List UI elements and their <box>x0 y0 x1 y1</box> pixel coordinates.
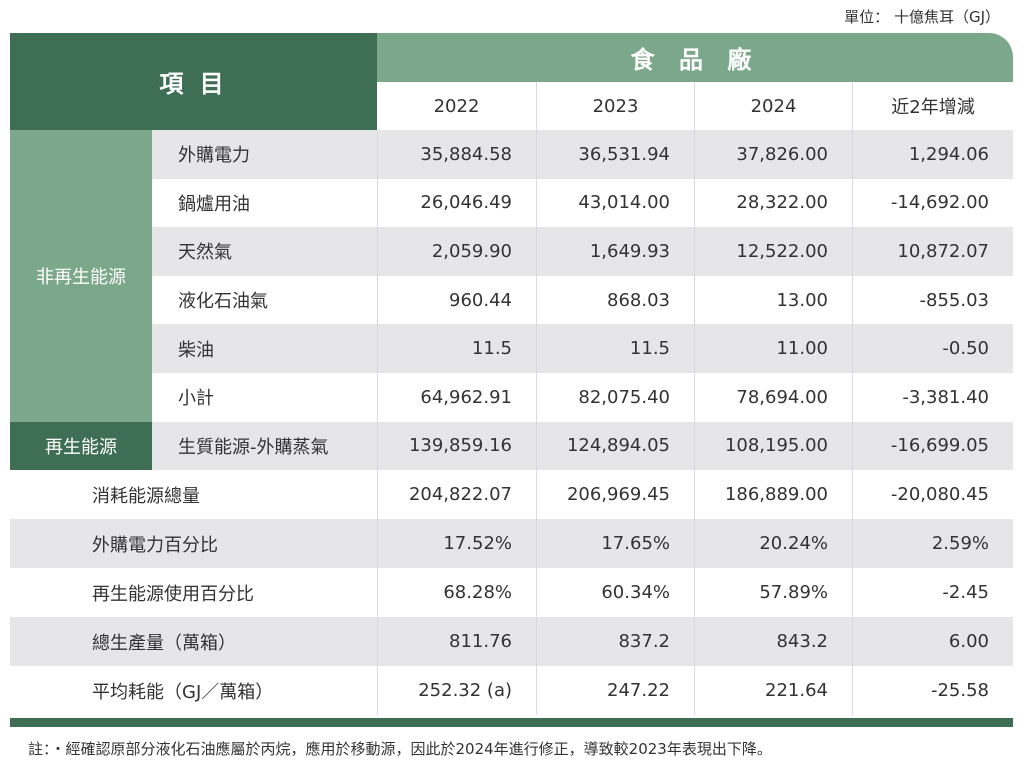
header-year-2023: 2023 <box>536 82 694 130</box>
header-factory: 食 品 廠 <box>377 33 1013 82</box>
cell-value: 11.00 <box>694 324 852 373</box>
row-name: 天然氣 <box>152 227 377 276</box>
cell-value: 17.52% <box>377 519 536 569</box>
row-name: 小計 <box>178 388 214 410</box>
cell-value: 206,969.45 <box>536 470 694 520</box>
category-nonrenewable: 非再生能源 <box>10 130 152 422</box>
table-bottom-bar <box>10 718 1013 727</box>
cell-value: -20,080.45 <box>852 470 1013 520</box>
cell-value: 247.22 <box>536 666 694 716</box>
cell-value: 186,889.00 <box>694 470 852 520</box>
cell-value: 960.44 <box>377 275 536 325</box>
cell-value: 37,826.00 <box>694 130 852 179</box>
cell-value: 35,884.58 <box>377 130 536 179</box>
cell-value: 1,649.93 <box>536 227 694 276</box>
cell-value: 843.2 <box>694 617 852 667</box>
row-name: 生質能源-外購蒸氣 <box>152 421 377 471</box>
cell-value: 252.32 (a) <box>377 666 536 716</box>
cell-value: 868.03 <box>536 275 694 325</box>
cell-value: 12,522.00 <box>694 227 852 276</box>
row-name: 鍋爐用油 <box>178 193 250 215</box>
cell-value: 108,195.00 <box>694 421 852 471</box>
cell-value: 11.5 <box>377 324 536 373</box>
cell-value: 20.24% <box>694 519 852 569</box>
cell-value: 221.64 <box>694 666 852 716</box>
cell-value: 82,075.40 <box>536 372 694 422</box>
row-name: 液化石油氣 <box>178 291 268 313</box>
cell-value: 60.34% <box>536 568 694 618</box>
summary-name: 平均耗能（GJ／萬箱） <box>92 681 274 703</box>
cell-value: -0.50 <box>852 324 1013 373</box>
header-year-2022: 2022 <box>433 95 480 117</box>
energy-table: 項 目 食 品 廠 2022 2023 2024 近2年增減 非再生能源 再生能… <box>10 33 1013 718</box>
header-year-2024: 2024 <box>694 82 852 130</box>
header-change: 近2年增減 <box>852 82 1013 130</box>
cell-value: 78,694.00 <box>694 372 852 422</box>
category-renewable: 再生能源 <box>10 421 152 471</box>
cell-value: 2.59% <box>852 519 1013 569</box>
summary-name: 外購電力百分比 <box>10 519 377 569</box>
cell-value: -2.45 <box>852 568 1013 618</box>
cell-value: -16,699.05 <box>852 421 1013 471</box>
cell-value: 26,046.49 <box>377 178 536 228</box>
summary-name: 消耗能源總量 <box>92 485 200 507</box>
cell-value: 13.00 <box>694 275 852 325</box>
cell-value: 10,872.07 <box>852 227 1013 276</box>
cell-value: 57.89% <box>694 568 852 618</box>
cell-value: 2,059.90 <box>377 227 536 276</box>
cell-value: 64,962.91 <box>377 372 536 422</box>
summary-name: 總生產量（萬箱） <box>10 617 377 667</box>
header-item: 項 目 <box>10 33 377 130</box>
cell-value: 28,322.00 <box>694 178 852 228</box>
cell-value: -3,381.40 <box>852 372 1013 422</box>
cell-value: -14,692.00 <box>852 178 1013 228</box>
unit-label: 單位： 十億焦耳（GJ） <box>844 8 1000 26</box>
cell-value: 11.5 <box>536 324 694 373</box>
cell-value: 139,859.16 <box>377 421 536 471</box>
cell-value: 811.76 <box>377 617 536 667</box>
row-name: 外購電力 <box>152 130 377 179</box>
summary-name: 再生能源使用百分比 <box>92 583 254 605</box>
row-name: 柴油 <box>152 324 377 373</box>
footnote: 註：・經確認原部分液化石油應屬於丙烷，應用於移動源，因此於2024年進行修正，導… <box>28 740 772 758</box>
cell-value: 43,014.00 <box>536 178 694 228</box>
cell-value: 36,531.94 <box>536 130 694 179</box>
cell-value: -855.03 <box>852 275 1013 325</box>
cell-value: 6.00 <box>852 617 1013 667</box>
cell-value: 68.28% <box>377 568 536 618</box>
cell-value: 1,294.06 <box>852 130 1013 179</box>
cell-value: 204,822.07 <box>377 470 536 520</box>
cell-value: 17.65% <box>536 519 694 569</box>
cell-value: 837.2 <box>536 617 694 667</box>
cell-value: -25.58 <box>852 666 1013 716</box>
cell-value: 124,894.05 <box>536 421 694 471</box>
